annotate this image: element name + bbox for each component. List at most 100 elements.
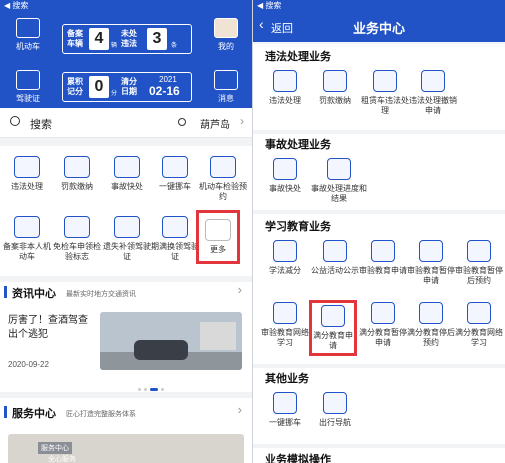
grid-item-lost-license[interactable]: 遗失补领驾驶证 <box>102 216 152 262</box>
accident-icon <box>114 156 140 178</box>
section-title: 学习教育业务 <box>265 221 331 233</box>
points-count: 0 <box>89 76 109 98</box>
license-summary-card[interactable]: 累积记分 0 分 清分日期 2021 02-16 <box>62 72 192 102</box>
status-bar-back[interactable]: ◀ 搜索 <box>0 0 252 12</box>
grid-label: 免检车申领检验标志 <box>53 242 101 261</box>
grid-label: 罚款缴纳 <box>61 182 93 191</box>
item-navigation[interactable]: 出行导航 <box>311 392 359 428</box>
clear-year: 2021 <box>159 75 177 84</box>
rental-car-icon <box>373 70 397 92</box>
grid-label: 遗失补领驾驶证 <box>103 242 151 261</box>
section-title: 事故处理业务 <box>265 139 331 151</box>
grid-item-violation[interactable]: 违法处理 <box>2 156 52 192</box>
license-card-icon <box>162 216 188 238</box>
vehicle-summary-card[interactable]: 备案车辆 4 辆 未处违法 3 条 <box>62 24 192 54</box>
accident-section: 事故处理业务 事故快处 事故处理进度和结果 <box>253 134 505 210</box>
item-label: 审验教育暂停申请 <box>407 266 455 285</box>
item-label: 满分教育停后预约 <box>407 328 455 347</box>
violation-count: 3 <box>147 28 167 50</box>
book-icon <box>273 240 297 262</box>
grid-item-renew-license[interactable]: 期满换领驾驶证 <box>150 216 200 262</box>
grid-label: 事故快处 <box>111 182 143 191</box>
vehicle-doc-icon <box>14 216 40 238</box>
grid-label: 备案非本人机动车 <box>3 242 51 261</box>
item-public-activity[interactable]: 公益活动公示 <box>311 240 359 276</box>
car-icon <box>273 70 297 92</box>
item-accident-progress[interactable]: 事故处理进度和结果 <box>311 158 367 204</box>
badge-icon <box>64 216 90 238</box>
home-screen: ◀ 搜索 机动车 驾驶证 我的 消息 备案车辆 4 辆 未处违法 3 条 累积记… <box>0 0 252 463</box>
news-subtitle: 最新实时地方交通资讯 <box>66 291 136 298</box>
item-full-score-pause[interactable]: 满分教育暂停申请 <box>359 302 407 348</box>
item-fine[interactable]: 罚款缴纳 <box>311 70 359 106</box>
vehicle-shortcut[interactable]: 机动车 <box>6 18 50 52</box>
vehicle-count: 4 <box>89 28 109 50</box>
item-review-pause[interactable]: 审验教育暂停申请 <box>407 240 455 286</box>
item-study-reduce[interactable]: 学法减分 <box>261 240 309 276</box>
grid-item-exempt-label[interactable]: 免检车申领检验标志 <box>52 216 102 262</box>
doc-icon <box>321 305 345 327</box>
item-review-apply[interactable]: 审验教育申请 <box>359 240 407 276</box>
item-full-score-apply[interactable]: 满分教育申请 <box>309 300 357 356</box>
avatar <box>214 18 238 38</box>
building-shape <box>200 322 236 350</box>
message-shortcut[interactable]: 消息 <box>204 70 248 104</box>
grid-item-fine[interactable]: 罚款缴纳 <box>52 156 102 192</box>
page-title: 业务中心 <box>353 21 406 36</box>
simulation-section: 业务模拟操作 <box>253 448 505 463</box>
grid-label: 更多 <box>210 245 226 254</box>
grid-item-more[interactable]: 更多 <box>196 210 240 264</box>
move-car-icon <box>162 156 188 178</box>
grid-item-inspection[interactable]: 机动车检验预约 <box>198 156 248 202</box>
item-label: 事故快处 <box>269 184 301 193</box>
mine-shortcut[interactable]: 我的 <box>204 18 248 52</box>
section-marker <box>4 406 7 418</box>
item-label: 满分教育申请 <box>313 331 353 350</box>
item-label: 租赁车违法处理 <box>361 96 409 115</box>
back-button[interactable]: 返回 <box>271 20 293 36</box>
item-rental-violation[interactable]: 租赁车违法处理 <box>361 70 409 116</box>
cancel-car-icon <box>421 70 445 92</box>
item-label: 公益活动公示 <box>311 266 359 275</box>
service-badge: 服务中心 <box>38 442 72 454</box>
back-arrow-icon[interactable]: ‹ <box>259 16 264 32</box>
search-input[interactable]: 搜索 <box>30 116 52 132</box>
chevron-right-icon: › <box>240 114 244 128</box>
item-review-appointment[interactable]: 审验教育暂停后预约 <box>455 240 503 286</box>
grid-item-accident[interactable]: 事故快处 <box>102 156 152 192</box>
license-shortcut[interactable]: 驾驶证 <box>6 70 50 104</box>
city-label[interactable]: 葫芦岛 <box>200 116 230 131</box>
section-title: 业务模拟操作 <box>265 454 331 463</box>
card-label: 累积记分 <box>67 77 83 96</box>
status-bar-back[interactable]: ◀ 搜索 <box>253 0 505 12</box>
news-headline[interactable]: 厉害了！查酒驾查出个逃犯 <box>8 314 92 342</box>
item-accident-fast[interactable]: 事故快处 <box>261 158 309 194</box>
grid-item-move-car[interactable]: 一键挪车 <box>150 156 200 192</box>
grid-item-register-vehicle[interactable]: 备案非本人机动车 <box>2 216 52 262</box>
video-icon <box>273 302 297 324</box>
item-violation[interactable]: 违法处理 <box>261 70 309 106</box>
calendar-icon <box>419 302 443 324</box>
service-banner[interactable]: 服务中心 全心服务 <box>8 434 244 463</box>
accident-icon <box>273 158 297 180</box>
violation-section: 违法处理业务 违法处理 罚款缴纳 租赁车违法处理 违法处理撤销申请 <box>253 44 505 130</box>
chevron-right-icon[interactable]: › <box>238 402 242 417</box>
search-bar[interactable]: 搜索 葫芦岛 › <box>0 108 252 138</box>
item-label: 事故处理进度和结果 <box>311 184 367 203</box>
news-image[interactable] <box>100 312 242 370</box>
grid-label: 一键挪车 <box>159 182 191 191</box>
item-violation-cancel[interactable]: 违法处理撤销申请 <box>409 70 457 116</box>
item-move-car[interactable]: 一键挪车 <box>261 392 309 428</box>
item-full-score-appointment[interactable]: 满分教育停后预约 <box>407 302 455 348</box>
item-full-score-online[interactable]: 满分教育网络学习 <box>455 302 503 348</box>
carousel-dots <box>138 378 168 391</box>
video-icon <box>467 302 491 324</box>
news-section: 资讯中心 最新实时地方交通资讯 › 厉害了！查酒驾查出个逃犯 2020-09-2… <box>0 282 252 392</box>
license-label: 驾驶证 <box>16 94 40 103</box>
license-icon <box>16 70 40 90</box>
service-center-section: 服务中心 匠心打造完整服务体系 › 服务中心 全心服务 <box>0 398 252 463</box>
card-mid-label: 未处违法 <box>121 29 137 48</box>
chevron-right-icon[interactable]: › <box>238 282 242 297</box>
section-title: 违法处理业务 <box>265 51 331 63</box>
item-review-online[interactable]: 审验教育网络学习 <box>261 302 309 348</box>
